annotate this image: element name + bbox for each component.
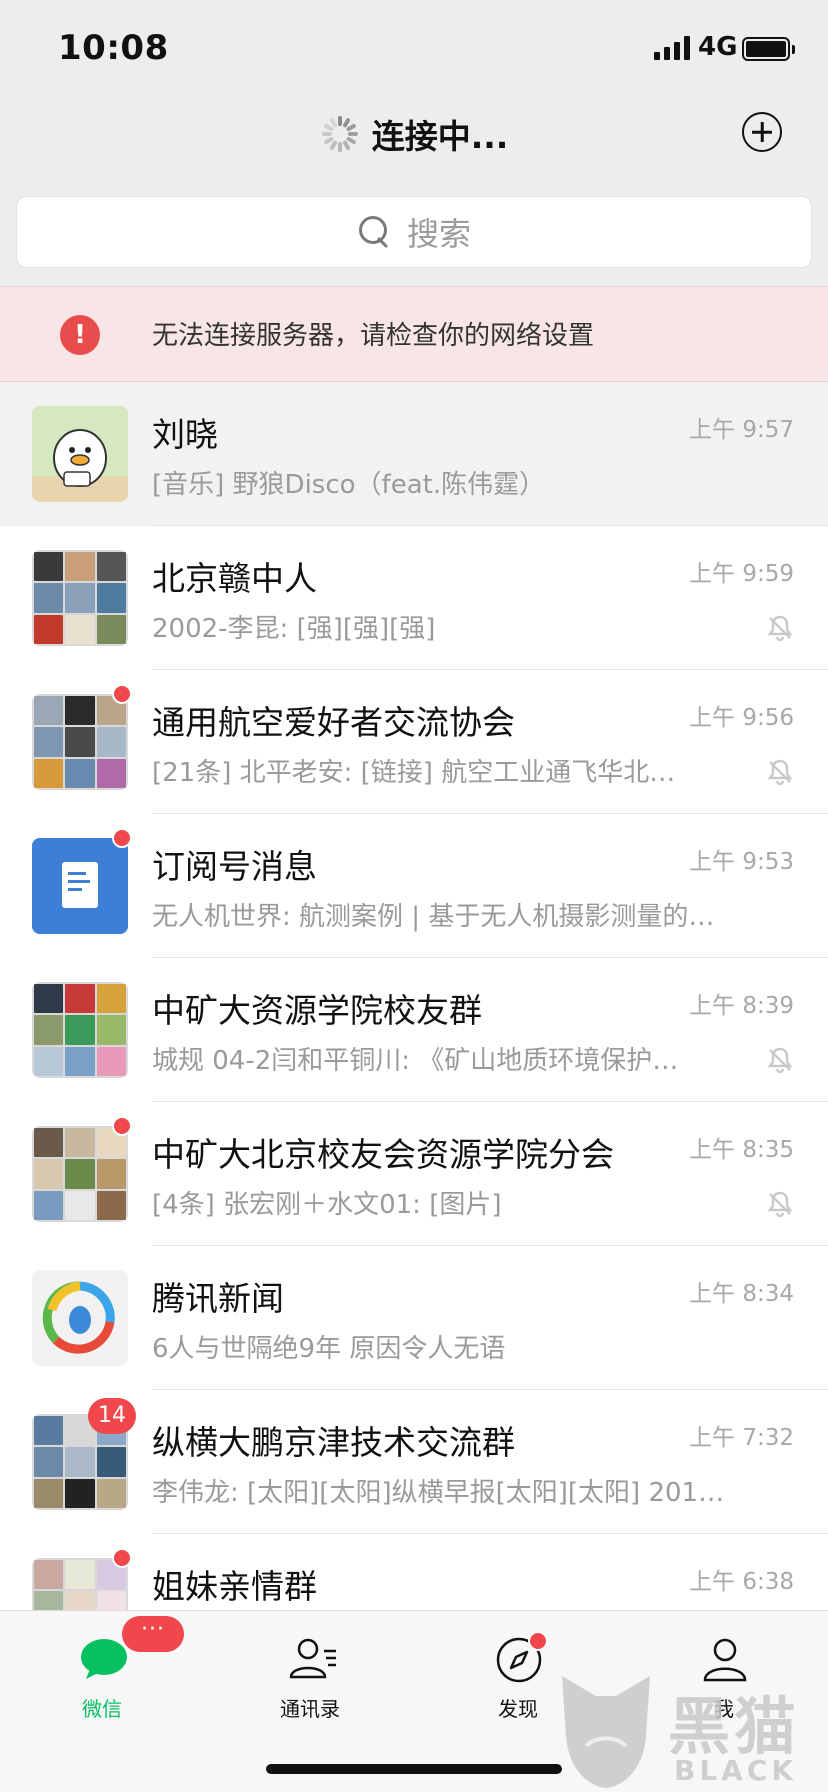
chat-preview: 李伟龙: [太阳][太阳]纵横早报[太阳][太阳] 2019… [152,1478,732,1508]
chat-name: 纵横大鹏京津技术交流群 [152,1423,515,1462]
chat-time: 上午 9:57 [689,417,794,443]
network-type: 4G [698,32,738,62]
chat-time: 上午 8:35 [689,1137,794,1163]
chat-item[interactable]: 订阅号消息 无人机世界: 航测案例 | 基于无人机摄影测量的… 上午 9:53 [0,814,828,958]
chat-name: 北京赣中人 [152,559,317,598]
signal-icon [654,36,690,60]
chat-item[interactable]: 中矿大北京校友会资源学院分会 [4条] 张宏刚＋水文01: [图片] 上午 8:… [0,1102,828,1246]
chat-item[interactable]: 刘晓 [音乐] 野狼Disco（feat.陈伟霆） 上午 9:57 [0,382,828,526]
chat-time: 上午 8:34 [689,1281,794,1307]
chat-preview: [音乐] 野狼Disco（feat.陈伟霆） [152,470,546,500]
chat-item[interactable]: 腾讯新闻 6人与世隔绝9年 原因令人无语 上午 8:34 [0,1246,828,1390]
network-alert-banner[interactable]: ! 无法连接服务器，请检查你的网络设置 [0,286,828,382]
unread-dot [112,684,132,704]
watermark-title: 黑猫 [668,1690,801,1763]
chat-preview: 6人与世隔绝9年 原因令人无语 [152,1334,506,1364]
tab-label: 微信 [82,1697,122,1721]
chat-name: 刘晓 [152,415,218,454]
loading-spinner-icon [320,114,360,154]
status-time: 10:08 [58,28,169,68]
watermark-subtitle: BLACK CAT [674,1754,798,1792]
chat-time: 上午 9:59 [689,561,794,587]
home-indicator[interactable] [266,1764,562,1774]
chat-time: 上午 7:32 [689,1425,794,1451]
watermark-logo: 黑猫 BLACK CAT [556,1676,826,1792]
search-placeholder: 搜索 [406,215,471,253]
group-avatar [32,982,128,1078]
nav-bar: 连接中... [0,96,828,190]
chat-bubble-icon [81,1639,127,1679]
chat-preview: [21条] 北平老安: [链接] 航空工业通飞华北… [152,758,676,788]
alert-text: 无法连接服务器，请检查你的网络设置 [152,321,595,351]
avatar [32,406,128,502]
chat-time: 上午 6:38 [689,1569,794,1595]
contacts-icon [289,1638,336,1679]
chat-preview: 2002-李昆: [强][强][强] [152,614,436,644]
mute-bell-icon [767,1047,793,1074]
subscription-avatar [32,838,128,934]
chat-time: 上午 8:39 [689,993,794,1019]
chat-preview: 无人机世界: 航测案例 | 基于无人机摄影测量的… [152,902,715,932]
mute-bell-icon [767,759,793,786]
chat-name: 中矿大北京校友会资源学院分会 [152,1135,614,1174]
chat-item[interactable]: 姐妹亲情群 上午 6:38 [0,1534,828,1610]
search-icon [357,214,393,250]
cat-logo-icon [562,1676,650,1788]
chat-name: 腾讯新闻 [152,1279,284,1318]
mute-bell-icon [767,1191,793,1218]
unread-dot [112,1116,132,1136]
unread-dot [112,1548,132,1568]
group-avatar [32,694,128,790]
search-section: 搜索 [0,190,828,286]
tab-contacts[interactable]: 通讯录 [250,1627,370,1727]
status-bar: 10:08 4G [0,0,828,96]
error-icon: ! [60,315,100,355]
discover-unread-dot [528,1631,548,1651]
chat-time: 上午 9:53 [689,849,794,875]
chat-name: 订阅号消息 [152,847,317,886]
chat-item[interactable]: 通用航空爱好者交流协会 [21条] 北平老安: [链接] 航空工业通飞华北… 上… [0,670,828,814]
unread-dot [112,828,132,848]
chat-preview: 城规 04-2闫和平铜川: 《矿山地质环境保护… [152,1046,679,1076]
tencent-news-avatar [32,1270,128,1366]
group-avatar [32,1558,128,1610]
add-plus-icon[interactable] [742,112,782,152]
group-avatar [32,1126,128,1222]
chat-item[interactable]: 中矿大资源学院校友群 城规 04-2闫和平铜川: 《矿山地质环境保护… 上午 8… [0,958,828,1102]
chat-name: 姐妹亲情群 [152,1567,317,1606]
group-avatar [32,550,128,646]
chat-item[interactable]: 14 纵横大鹏京津技术交流群 李伟龙: [太阳][太阳]纵横早报[太阳][太阳]… [0,1390,828,1534]
chat-name: 中矿大资源学院校友群 [152,991,482,1030]
chat-time: 上午 9:56 [689,705,794,731]
page-title: 连接中... [371,117,509,156]
search-input[interactable]: 搜索 [16,196,812,268]
chats-more-badge: ··· [122,1616,184,1652]
unread-count-badge: 14 [88,1398,136,1434]
chat-name: 通用航空爱好者交流协会 [152,703,515,742]
chat-preview: [4条] 张宏刚＋水文01: [图片] [152,1190,502,1220]
tab-label: 通讯录 [280,1697,340,1721]
battery-icon [742,37,795,61]
mute-bell-icon [767,615,793,642]
chat-list: 刘晓 [音乐] 野狼Disco（feat.陈伟霆） 上午 9:57 北京赣中人 … [0,382,828,1610]
chat-item[interactable]: 北京赣中人 2002-李昆: [强][强][强] 上午 9:59 [0,526,828,670]
